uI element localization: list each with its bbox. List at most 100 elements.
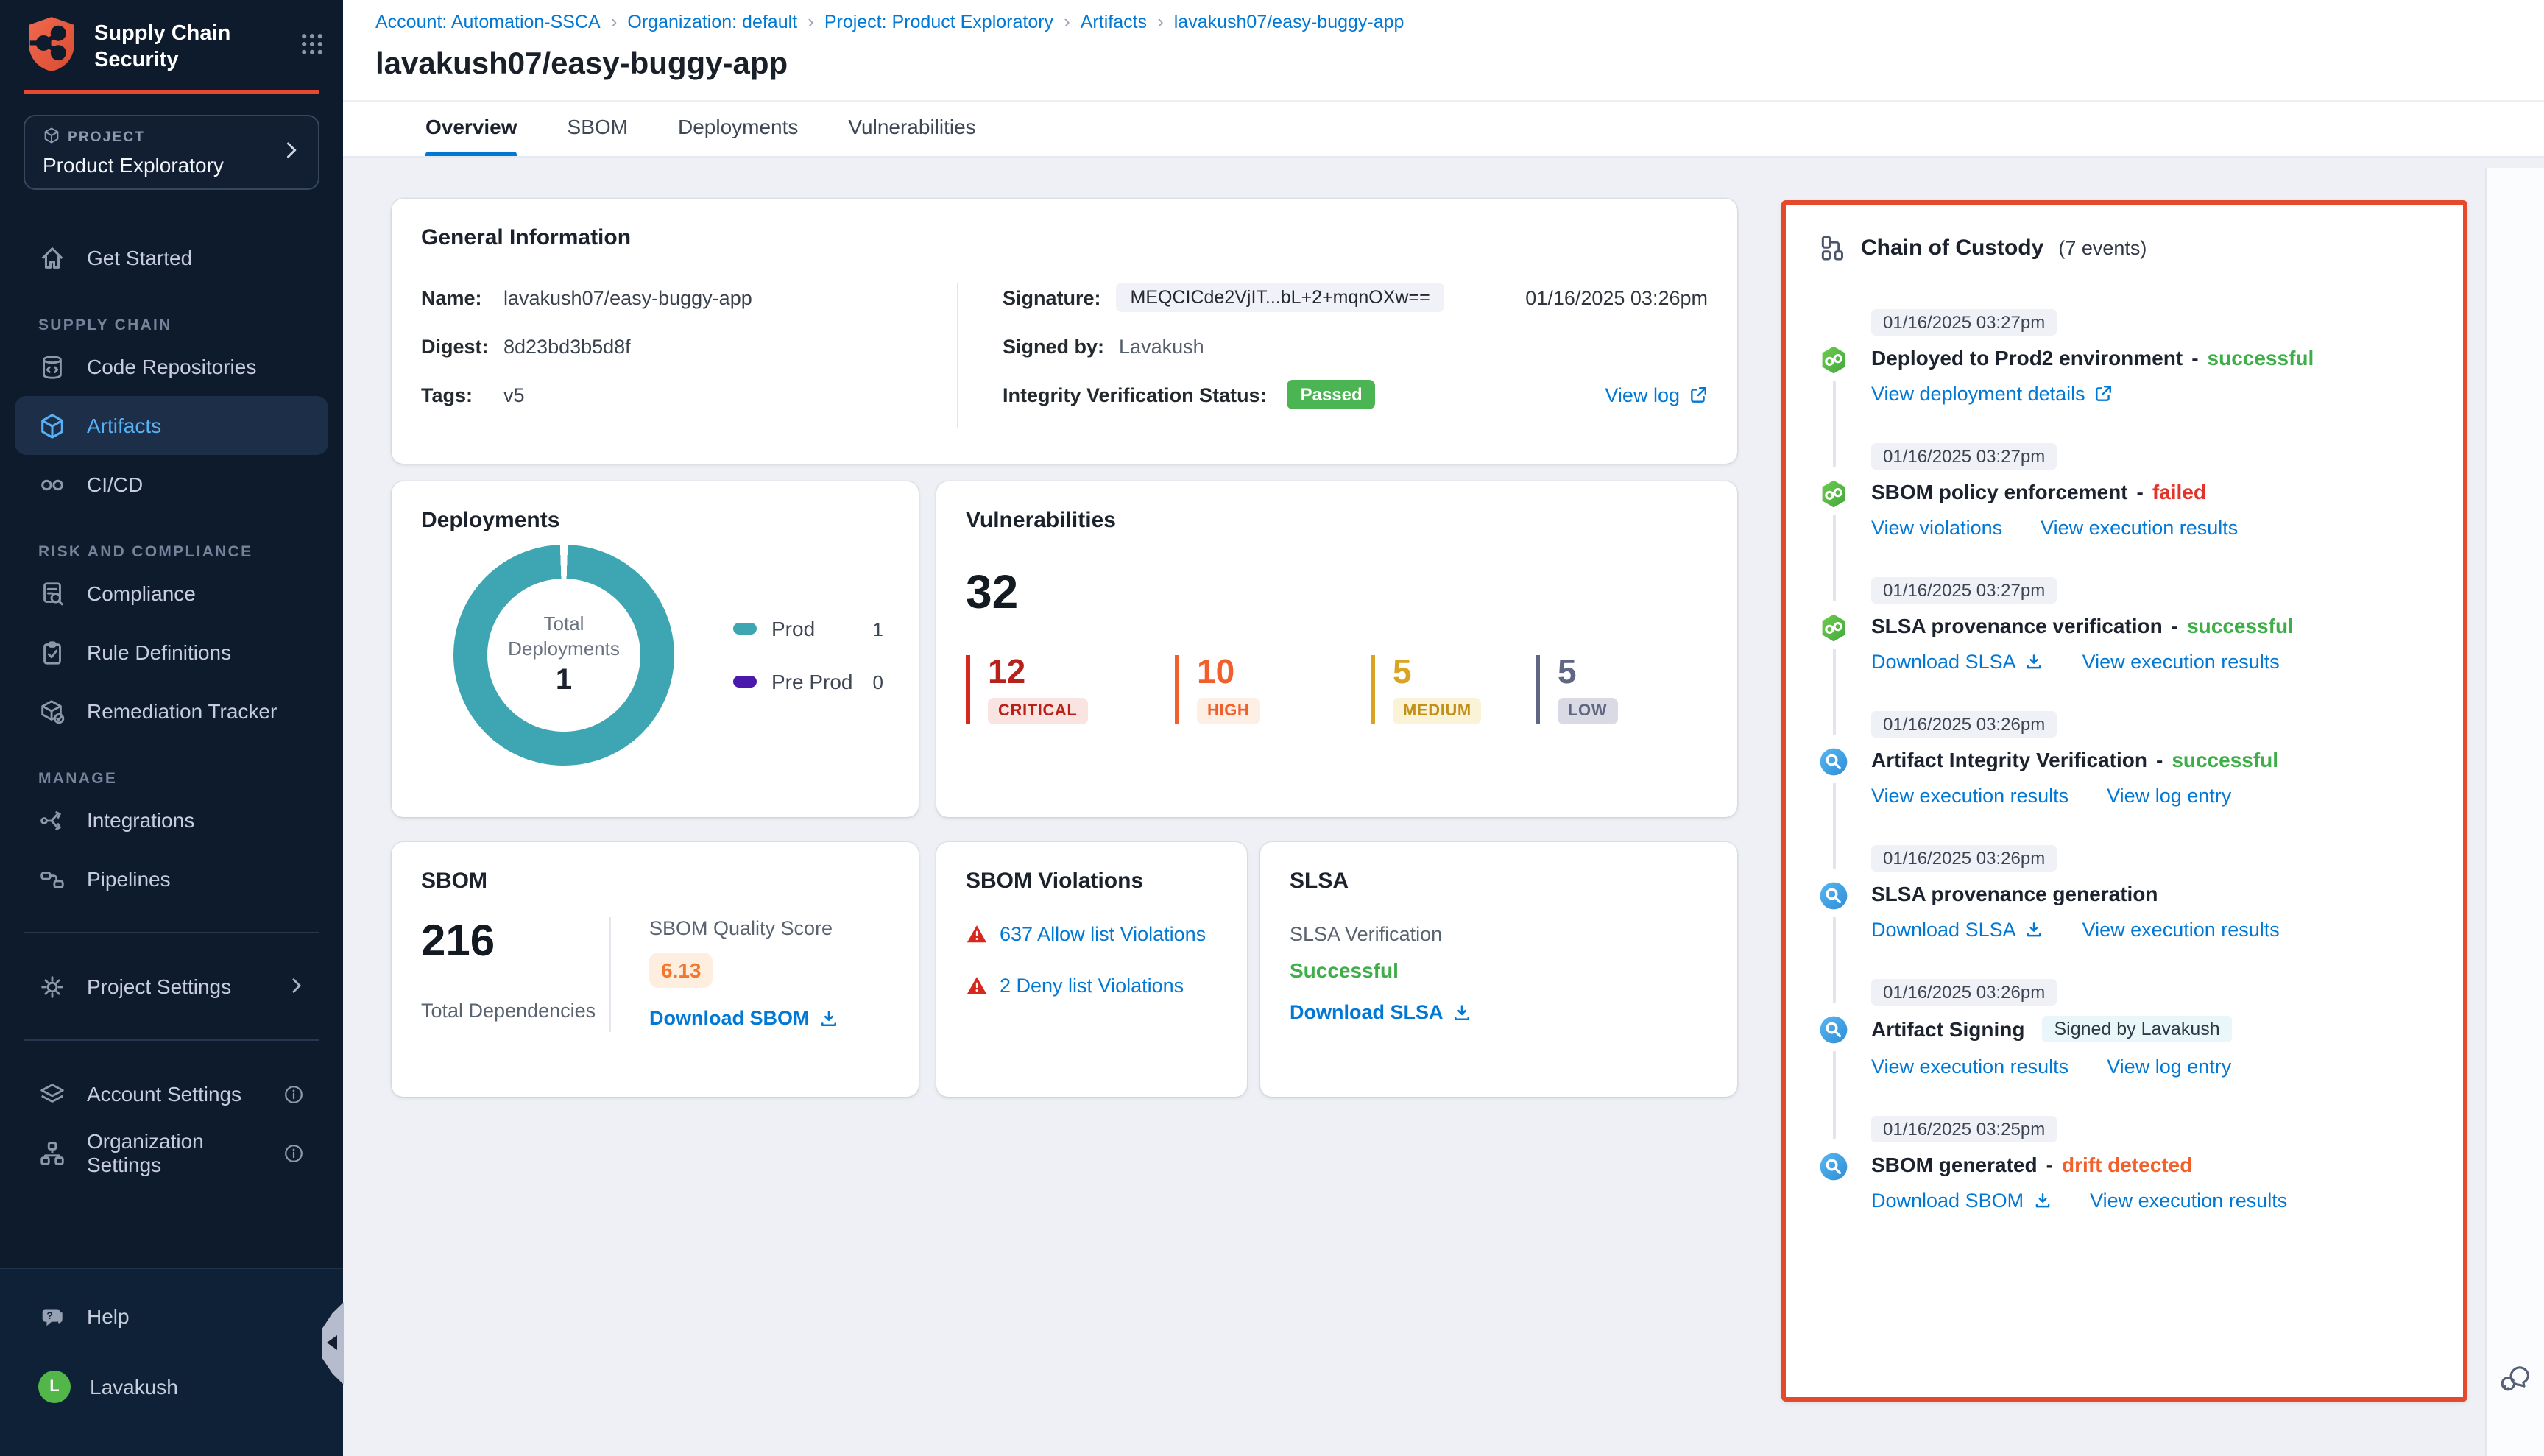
download-sbom-link[interactable]: Download SBOM <box>649 1007 839 1029</box>
info-icon[interactable] <box>283 1083 305 1105</box>
breadcrumb-separator: › <box>1157 10 1164 32</box>
feedback-chat-icon[interactable] <box>2500 1363 2532 1403</box>
signed-by-value: Lavakush <box>1119 335 1204 357</box>
events-count: (7 events) <box>2058 237 2146 259</box>
event-title: SBOM generated - drift detected <box>1871 1153 2431 1176</box>
event-status: successful <box>2208 346 2314 370</box>
view-log-entry-link[interactable]: View log entry <box>2107 785 2231 807</box>
tab-overview[interactable]: Overview <box>425 115 517 156</box>
app-grid-icon[interactable] <box>299 31 325 65</box>
document-search-icon <box>38 579 68 607</box>
event-title-text: SBOM generated <box>1871 1153 2038 1176</box>
sidebar-item-integrations[interactable]: Integrations <box>15 791 328 849</box>
quality-score-value: 6.13 <box>649 953 713 988</box>
view-execution-results-link[interactable]: View execution results <box>2041 517 2238 539</box>
info-icon[interactable] <box>283 1142 305 1164</box>
low-badge: LOW <box>1558 698 1617 724</box>
download-slsa-link[interactable]: Download SLSA <box>1871 651 2044 673</box>
vulnerabilities-total: 32 <box>966 565 1708 620</box>
sidebar-item-label: Rule Definitions <box>87 640 231 664</box>
signature-value[interactable]: MEQCICde2VjIT...bL+2+mqnOXw== <box>1116 283 1445 312</box>
download-slsa-link[interactable]: Download SLSA <box>1871 919 2044 941</box>
view-execution-results-link[interactable]: View execution results <box>2082 919 2280 941</box>
event-title-text: Deployed to Prod2 environment <box>1871 346 2183 370</box>
sidebar-item-remediation-tracker[interactable]: Remediation Tracker <box>15 682 328 741</box>
severity-row: 12 CRITICAL 10 HIGH 5 MEDIUM 5 LOW <box>966 655 1708 724</box>
brand: Supply Chain Security <box>0 0 343 81</box>
tab-vulnerabilities[interactable]: Vulnerabilities <box>848 115 975 156</box>
event-timestamp: 01/16/2025 03:27pm <box>1871 577 2057 604</box>
brand-divider <box>24 90 319 94</box>
event-timestamp: 01/16/2025 03:26pm <box>1871 711 2057 738</box>
event-title-text: SLSA provenance generation <box>1871 882 2158 905</box>
event-title-text: Artifact Integrity Verification <box>1871 748 2147 771</box>
right-rail <box>2485 168 2544 1456</box>
card-title: Deployments <box>421 508 889 533</box>
breadcrumb-project[interactable]: Project: Product Exploratory <box>824 11 1053 32</box>
view-execution-results-link[interactable]: View execution results <box>1871 785 2068 807</box>
sidebar-item-rule-definitions[interactable]: Rule Definitions <box>15 623 328 682</box>
sidebar-item-account-settings[interactable]: Account Settings <box>15 1064 328 1123</box>
breadcrumb-account[interactable]: Account: Automation-SSCA <box>375 11 601 32</box>
sidebar-item-help[interactable]: ? Help <box>15 1287 328 1346</box>
sidebar-item-code-repositories[interactable]: Code Repositories <box>15 337 328 396</box>
artifact-digest: 8d23bd3b5d8f <box>504 335 631 357</box>
chain-of-custody-title: Chain of Custody <box>1861 236 2043 261</box>
allow-list-violations-link[interactable]: 637 Allow list Violations <box>1000 923 1206 945</box>
integrations-icon <box>38 806 68 834</box>
vulnerabilities-card: Vulnerabilities 32 12 CRITICAL 10 HIGH 5… <box>936 481 1737 817</box>
content-area: General Information Name:lavakush07/easy… <box>343 168 2544 1456</box>
high-count: 10 <box>1197 655 1371 689</box>
project-cube-icon <box>43 127 60 149</box>
download-sbom-link[interactable]: Download SBOM <box>1871 1190 2052 1212</box>
link-label: View execution results <box>2090 1190 2287 1212</box>
event-title: SLSA provenance verification - successfu… <box>1871 614 2431 637</box>
sidebar-item-compliance[interactable]: Compliance <box>15 564 328 623</box>
card-title: General Information <box>421 225 1708 250</box>
breadcrumb: Account: Automation-SSCA › Organization:… <box>375 10 2512 32</box>
sidebar-item-artifacts[interactable]: Artifacts <box>15 396 328 455</box>
project-selector[interactable]: PROJECT Product Exploratory <box>24 115 319 190</box>
view-deployment-details-link[interactable]: View deployment details <box>1871 383 2113 405</box>
tab-sbom[interactable]: SBOM <box>568 115 628 156</box>
sidebar-item-label: Account Settings <box>87 1082 241 1106</box>
timeline-event: 01/16/2025 03:25pm SBOM generated - drif… <box>1818 1116 2431 1212</box>
home-icon <box>38 244 68 272</box>
legend-label: Prod <box>771 617 815 640</box>
page-title: lavakush07/easy-buggy-app <box>375 47 2512 82</box>
sidebar-item-label: Compliance <box>87 582 196 605</box>
sidebar-item-project-settings[interactable]: Project Settings <box>15 957 328 1016</box>
breadcrumb-artifact[interactable]: lavakush07/easy-buggy-app <box>1174 11 1404 32</box>
sidebar-item-label: Get Started <box>87 246 192 269</box>
severity-medium: 5 MEDIUM <box>1371 655 1536 724</box>
sidebar-item-cicd[interactable]: CI/CD <box>15 455 328 514</box>
view-execution-results-link[interactable]: View execution results <box>1871 1056 2068 1078</box>
avatar: L <box>38 1371 71 1403</box>
sidebar-item-pipelines[interactable]: Pipelines <box>15 849 328 908</box>
view-log-link[interactable]: View log <box>1605 384 1708 406</box>
view-log-entry-link[interactable]: View log entry <box>2107 1056 2231 1078</box>
donut-total-value: 1 <box>556 665 572 699</box>
view-violations-link[interactable]: View violations <box>1871 517 2002 539</box>
breadcrumb-org[interactable]: Organization: default <box>627 11 797 32</box>
event-title-text: SBOM policy enforcement <box>1871 480 2128 503</box>
warning-triangle-icon <box>966 923 988 945</box>
link-label: View violations <box>1871 517 2002 539</box>
sbom-total: 216 <box>421 917 610 967</box>
view-execution-results-link[interactable]: View execution results <box>2090 1190 2287 1212</box>
allow-list-row: 637 Allow list Violations <box>966 923 1218 945</box>
view-execution-results-link[interactable]: View execution results <box>2082 651 2280 673</box>
timeline-event: 01/16/2025 03:27pm SBOM policy enforceme… <box>1818 443 2431 539</box>
low-count: 5 <box>1558 655 1617 689</box>
sidebar-item-organization-settings[interactable]: Organization Settings <box>15 1123 328 1182</box>
deny-list-violations-link[interactable]: 2 Deny list Violations <box>1000 975 1184 997</box>
severity-high: 10 HIGH <box>1175 655 1371 724</box>
sidebar-item-user[interactable]: L Lavakush <box>15 1357 328 1416</box>
breadcrumb-artifacts[interactable]: Artifacts <box>1081 11 1147 32</box>
download-icon <box>1452 1002 1473 1022</box>
card-title: Vulnerabilities <box>966 508 1708 533</box>
timeline-event: 01/16/2025 03:26pm Artifact Integrity Ve… <box>1818 711 2431 807</box>
tab-deployments[interactable]: Deployments <box>678 115 798 156</box>
sidebar-item-get-started[interactable]: Get Started <box>15 228 328 287</box>
download-slsa-link[interactable]: Download SLSA <box>1290 1001 1473 1023</box>
